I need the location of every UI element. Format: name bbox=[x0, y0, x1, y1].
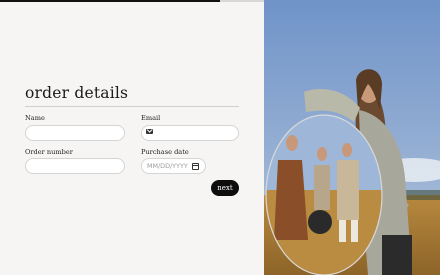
name-label: Name bbox=[25, 114, 45, 122]
fashion-photo bbox=[264, 0, 440, 275]
order-number-label: Order number bbox=[25, 148, 73, 156]
page-title: order details bbox=[25, 84, 129, 102]
purchase-date-placeholder: MM/DD/YYYY bbox=[147, 162, 188, 170]
email-label: Email bbox=[141, 114, 161, 122]
calendar-icon[interactable] bbox=[192, 163, 199, 170]
envelope-icon bbox=[146, 129, 153, 134]
next-button[interactable]: next bbox=[211, 180, 239, 196]
purchase-date-label: Purchase date bbox=[141, 148, 189, 156]
name-input[interactable] bbox=[25, 125, 125, 141]
order-number-input[interactable] bbox=[25, 158, 125, 174]
email-input[interactable] bbox=[141, 125, 239, 141]
purchase-date-input[interactable]: MM/DD/YYYY bbox=[141, 158, 206, 174]
title-divider bbox=[25, 106, 239, 107]
